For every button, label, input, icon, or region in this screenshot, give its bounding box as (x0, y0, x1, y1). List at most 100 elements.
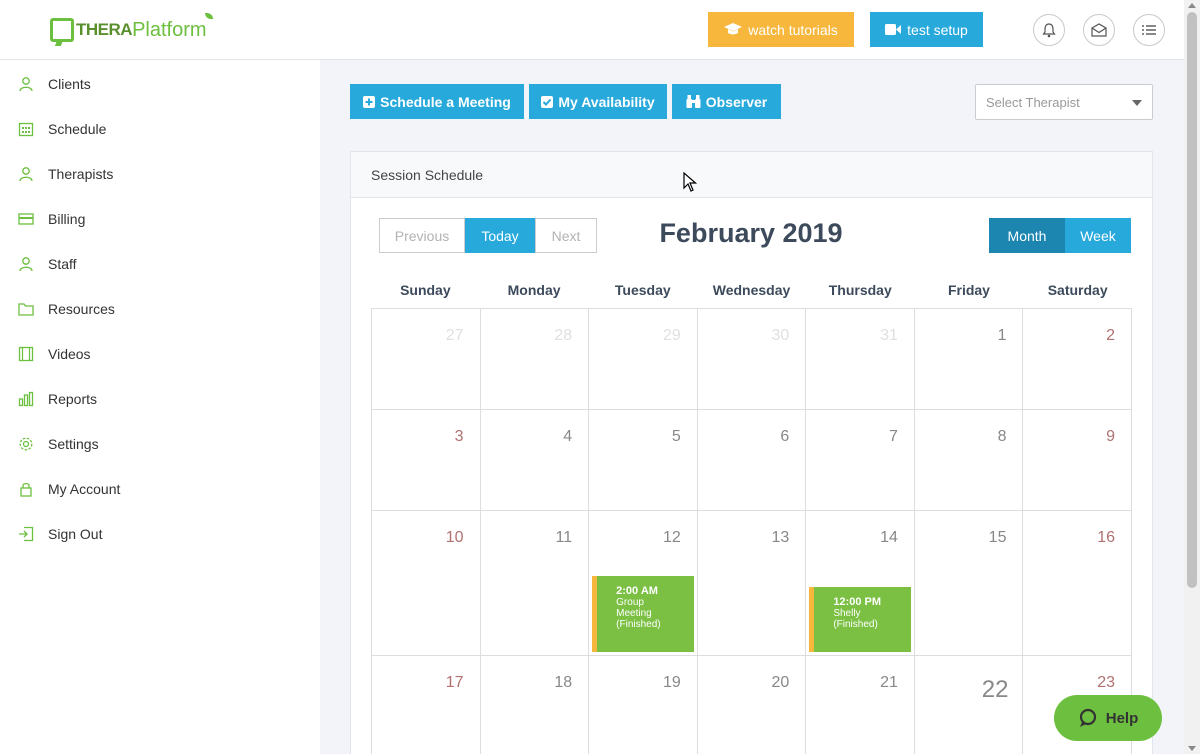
today-button[interactable]: Today (465, 218, 535, 253)
dow-wednesday: Wednesday (712, 282, 791, 298)
sidebar-item-schedule[interactable]: Schedule (0, 106, 320, 151)
calendar-day-cell[interactable]: 31 (805, 309, 914, 409)
bell-icon (1042, 22, 1056, 37)
calendar-day-cell[interactable]: 1 (913, 309, 1023, 409)
calendar-day-cell[interactable]: 4 (479, 410, 589, 510)
calendar-pager: Previous Today Next (379, 218, 597, 253)
day-number: 3 (454, 428, 464, 445)
calendar-day-cell[interactable]: 13 (696, 511, 806, 655)
notifications-button[interactable] (1033, 14, 1065, 46)
calendar-day-cell[interactable]: 3 (371, 410, 480, 510)
envelope-icon (1091, 23, 1107, 37)
calendar-day-cell-today[interactable]: 22 (913, 656, 1023, 754)
calendar-day-cell[interactable]: 16 (1022, 511, 1133, 655)
day-number: 29 (662, 327, 681, 344)
bar-chart-icon (18, 391, 34, 407)
day-number: 18 (554, 674, 573, 691)
calendar-day-cell[interactable]: 8 (913, 410, 1023, 510)
lock-icon (18, 481, 34, 497)
binoculars-icon (686, 95, 701, 108)
theraplatform-logo[interactable]: THERA Platform (50, 13, 213, 44)
scrollbar-thumb[interactable] (1187, 12, 1197, 588)
calendar-day-cell[interactable]: 9 (1022, 410, 1133, 510)
sidebar-item-reports[interactable]: Reports (0, 376, 320, 421)
calendar-day-cell[interactable]: 12 2:00 AM Group Meeting (Finished) (588, 511, 697, 655)
main-content: Schedule a Meeting My Availability Obser… (320, 60, 1184, 754)
sidebar-item-label: Resources (48, 300, 115, 317)
day-number: 5 (671, 428, 681, 445)
sign-out-icon (18, 526, 34, 542)
watch-tutorials-button[interactable]: watch tutorials (708, 12, 854, 47)
clients-icon (18, 76, 34, 92)
calendar-day-cell[interactable]: 21 (805, 656, 914, 754)
next-button[interactable]: Next (535, 218, 597, 253)
calendar-day-cell[interactable]: 10 (371, 511, 480, 655)
sidebar-item-clients[interactable]: Clients (0, 61, 320, 106)
my-availability-button[interactable]: My Availability (529, 84, 667, 119)
calendar-day-cell[interactable]: 14 12:00 PM Shelly (Finished) (805, 511, 914, 655)
observer-button[interactable]: Observer (672, 84, 781, 119)
calendar-day-cell[interactable]: 17 (371, 656, 480, 754)
day-number: 30 (771, 327, 790, 344)
scroll-down-arrow-icon[interactable] (1188, 746, 1196, 751)
day-number: 7 (888, 428, 898, 445)
sidebar-item-resources[interactable]: Resources (0, 286, 320, 331)
calendar-day-cell[interactable]: 15 (913, 511, 1023, 655)
calendar-event[interactable]: 12:00 PM Shelly (Finished) (809, 587, 912, 652)
select-therapist-placeholder: Select Therapist (986, 94, 1080, 110)
calendar-week-row: 3 4 5 6 7 8 9 (371, 410, 1133, 511)
logo-mark-icon (50, 18, 74, 42)
calendar-day-cell[interactable]: 18 (479, 656, 589, 754)
calendar-day-cell[interactable]: 7 (805, 410, 914, 510)
menu-list-button[interactable] (1133, 14, 1165, 46)
card-header: Session Schedule (351, 152, 1152, 198)
sidebar-item-staff[interactable]: Staff (0, 241, 320, 286)
messages-button[interactable] (1083, 14, 1115, 46)
day-number: 8 (997, 428, 1007, 445)
watch-tutorials-label: watch tutorials (748, 21, 838, 38)
calendar-day-cell[interactable]: 6 (696, 410, 806, 510)
calendar-view-toggle: Month Week (989, 218, 1131, 253)
help-chat-button[interactable]: Help (1054, 695, 1162, 741)
month-view-button[interactable]: Month (989, 218, 1065, 253)
calendar-day-cell[interactable]: 30 (696, 309, 806, 409)
calendar-month-title: February 2019 (659, 218, 843, 248)
day-number: 14 (880, 529, 898, 546)
day-number: 22 (981, 676, 1009, 703)
day-number: 1 (997, 327, 1007, 344)
calendar-day-cell[interactable]: 27 (371, 309, 480, 409)
test-setup-label: test setup (907, 21, 968, 38)
calendar-day-cell[interactable]: 20 (696, 656, 806, 754)
sidebar-item-videos[interactable]: Videos (0, 331, 320, 376)
calendar-day-cell[interactable]: 28 (479, 309, 589, 409)
select-therapist-dropdown[interactable]: Select Therapist (975, 84, 1153, 120)
day-number: 4 (563, 428, 573, 445)
calendar-day-cell[interactable]: 29 (588, 309, 697, 409)
day-number: 19 (662, 674, 681, 691)
sidebar-item-my-account[interactable]: My Account (0, 466, 320, 511)
sidebar-item-therapists[interactable]: Therapists (0, 151, 320, 196)
scroll-up-arrow-icon[interactable] (1188, 3, 1196, 8)
day-number: 6 (780, 428, 790, 445)
calendar-day-cell[interactable]: 2 (1022, 309, 1133, 409)
calendar-day-cell[interactable]: 11 (479, 511, 589, 655)
dow-thursday: Thursday (828, 282, 892, 298)
sidebar-item-sign-out[interactable]: Sign Out (0, 511, 320, 556)
list-icon (1142, 25, 1156, 35)
gear-icon (18, 436, 34, 452)
event-title: Group Meeting (616, 597, 652, 619)
therapists-icon (18, 166, 34, 182)
calendar-day-cell[interactable]: 5 (588, 410, 697, 510)
test-setup-button[interactable]: test setup (870, 12, 983, 47)
schedule-meeting-button[interactable]: Schedule a Meeting (350, 84, 524, 119)
calendar-day-cell[interactable]: 19 (588, 656, 697, 754)
calendar-event[interactable]: 2:00 AM Group Meeting (Finished) (592, 576, 695, 652)
calendar-week-row: 10 11 12 2:00 AM Group Meeting (Finished… (371, 511, 1133, 656)
dow-monday: Monday (507, 282, 561, 298)
previous-button[interactable]: Previous (379, 218, 465, 253)
week-view-button[interactable]: Week (1065, 218, 1131, 253)
day-number: 2 (1106, 327, 1116, 344)
sidebar-item-billing[interactable]: Billing (0, 196, 320, 241)
page-scrollbar[interactable] (1184, 0, 1200, 754)
sidebar-item-settings[interactable]: Settings (0, 421, 320, 466)
